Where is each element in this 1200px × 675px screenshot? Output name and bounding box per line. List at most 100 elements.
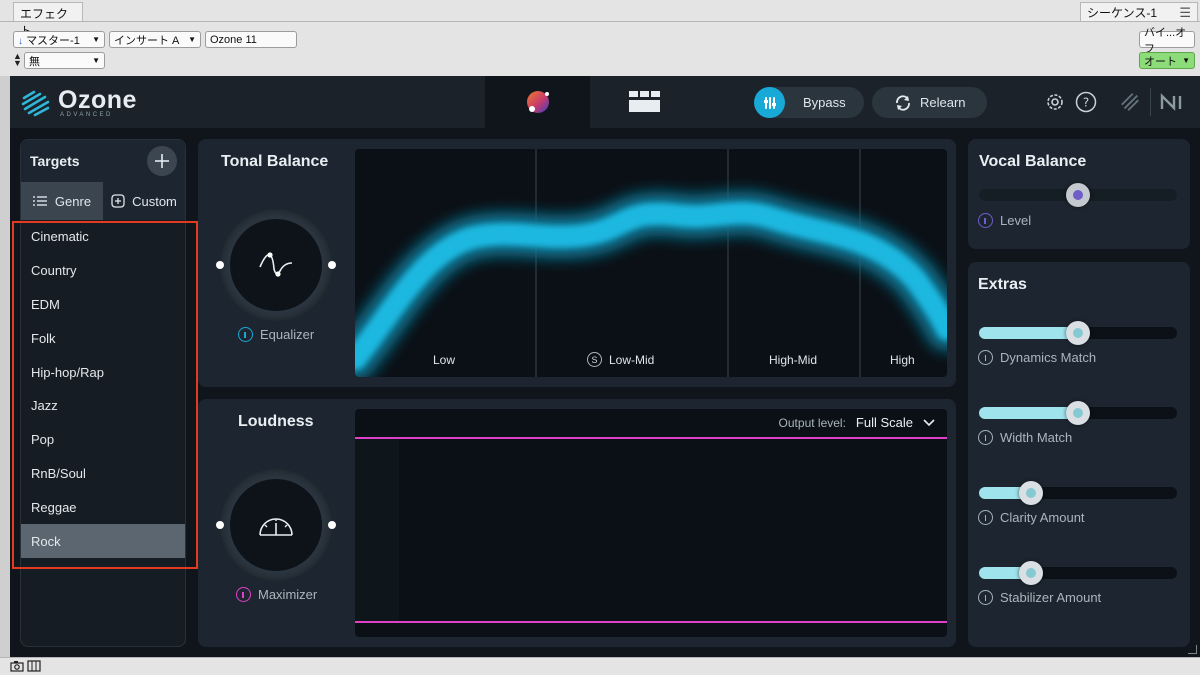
piano-keys-icon[interactable] xyxy=(27,660,41,672)
tonal-balance-title: Tonal Balance xyxy=(221,153,329,170)
genre-item-jazz[interactable]: Jazz xyxy=(21,389,185,423)
tonal-balance-panel: Tonal Balance Equalizer Low S Low-Mid Hi… xyxy=(198,139,956,387)
tab-genre-label: Genre xyxy=(54,193,92,209)
dynamics-match-slider[interactable] xyxy=(979,321,1177,345)
dynamics-match-power-icon[interactable] xyxy=(978,350,993,365)
maximizer-module-label[interactable]: Maximizer xyxy=(236,587,317,602)
vocal-power-icon[interactable] xyxy=(978,213,993,228)
resize-grip-icon[interactable] xyxy=(1188,645,1197,654)
stabilizer-amount-slider[interactable] xyxy=(979,561,1177,585)
host-left-strip xyxy=(0,76,10,657)
tab-effect[interactable]: エフェクト xyxy=(13,2,83,38)
bypass-toggle[interactable]: バイ...オフ xyxy=(1139,27,1195,55)
bypass-button[interactable]: Bypass xyxy=(754,87,864,118)
targets-header: Targets xyxy=(21,140,185,182)
equalizer-label: Equalizer xyxy=(260,327,315,342)
genre-item-folk[interactable]: Folk xyxy=(21,321,185,355)
menu-icon[interactable]: ☰ xyxy=(1179,5,1191,21)
output-level-select[interactable]: Output level: Full Scale xyxy=(779,415,935,430)
loudness-lower-line xyxy=(355,621,947,623)
ni-logo-icon xyxy=(1160,91,1188,113)
stabilizer-amount-row: Stabilizer Amount xyxy=(978,590,1101,605)
preset-select[interactable]: 無 ▼ xyxy=(24,52,105,69)
chevron-down-icon xyxy=(923,418,935,426)
genre-item-reggae[interactable]: Reggae xyxy=(21,490,185,524)
targets-panel: Targets Genre Custom Cinematic Country E… xyxy=(20,139,186,647)
equalizer-module-label[interactable]: Equalizer xyxy=(238,327,314,342)
stabilizer-amount-power-icon[interactable] xyxy=(978,590,993,605)
band-low-mid: S Low-Mid xyxy=(587,352,654,367)
vocal-level-label: Level xyxy=(1000,213,1032,228)
width-match-row: Width Match xyxy=(978,430,1072,445)
master-select[interactable]: ↓ マスター-1 ▼ xyxy=(13,31,105,48)
knob-handle-right xyxy=(328,521,336,529)
genre-item-pop[interactable]: Pop xyxy=(21,423,185,457)
genre-item-country[interactable]: Country xyxy=(21,254,185,288)
loudness-plot: Output level: Full Scale xyxy=(355,409,947,637)
genre-item-rnb-soul[interactable]: RnB/Soul xyxy=(21,457,185,491)
relearn-button[interactable]: Relearn xyxy=(872,87,987,118)
genre-item-hiphop-rap[interactable]: Hip-hop/Rap xyxy=(21,355,185,389)
gauge-icon xyxy=(259,518,293,536)
logo-edition: ADVANCED xyxy=(60,112,113,118)
help-icon[interactable]: ? xyxy=(1075,91,1097,113)
tab-assistant[interactable] xyxy=(485,76,590,128)
bypass-toggle-label: バイ...オフ xyxy=(1144,26,1187,55)
plugin-header: Ozone ADVANCED Bypass Relearn ? xyxy=(10,76,1200,128)
up-down-arrows-icon[interactable]: ▲ ▼ xyxy=(13,52,22,68)
tab-custom-label: Custom xyxy=(132,193,177,209)
tab-sequence-label: シーケンス-1 xyxy=(1087,6,1158,20)
clarity-amount-power-icon[interactable] xyxy=(978,510,993,525)
bypass-icon xyxy=(754,87,785,118)
width-match-thumb[interactable] xyxy=(1066,401,1090,425)
solo-badge-icon[interactable]: S xyxy=(587,352,602,367)
genre-item-cinematic[interactable]: Cinematic xyxy=(21,220,185,254)
arrow-down-icon: ↓ xyxy=(18,35,23,47)
equalizer-knob[interactable] xyxy=(216,209,336,321)
dynamics-match-label: Dynamics Match xyxy=(1000,350,1097,365)
chevron-down-icon: ▼ xyxy=(92,56,100,65)
signal-chain-icon[interactable] xyxy=(1119,91,1141,113)
clarity-amount-slider[interactable] xyxy=(979,481,1177,505)
genre-item-rock[interactable]: Rock xyxy=(21,524,185,558)
auto-toggle[interactable]: オート ▼ xyxy=(1139,52,1195,69)
ozone-logo: Ozone ADVANCED xyxy=(20,86,140,120)
dynamics-match-thumb[interactable] xyxy=(1066,321,1090,345)
maximizer-knob[interactable] xyxy=(216,469,336,581)
tab-genre[interactable]: Genre xyxy=(21,182,103,220)
extras-title: Extras xyxy=(978,276,1027,293)
insert-select[interactable]: インサート A ▼ xyxy=(109,31,201,48)
vocal-level-slider[interactable] xyxy=(979,183,1177,207)
tab-sequence[interactable]: シーケンス-1 ☰ xyxy=(1080,2,1198,22)
settings-gear-icon[interactable] xyxy=(1044,91,1066,113)
targets-title: Targets xyxy=(30,153,80,169)
assistant-icon xyxy=(526,91,549,113)
clarity-amount-thumb[interactable] xyxy=(1019,481,1043,505)
modules-grid-icon xyxy=(628,91,660,112)
camera-icon[interactable] xyxy=(10,660,24,672)
logo-name: Ozone xyxy=(58,86,137,114)
equalizer-power-icon[interactable] xyxy=(238,327,253,342)
bypass-label: Bypass xyxy=(803,95,846,110)
loudness-upper-line xyxy=(355,437,947,439)
vocal-balance-panel: Vocal Balance Level xyxy=(968,139,1190,249)
vocal-level-thumb[interactable] xyxy=(1066,183,1090,207)
plugin-name-field[interactable]: Ozone 11 xyxy=(205,31,297,48)
loudness-panel: Loudness Maximizer Output level: Full Sc… xyxy=(198,399,956,647)
tonal-balance-plot: Low S Low-Mid High-Mid High xyxy=(355,149,947,377)
maximizer-label: Maximizer xyxy=(258,587,318,602)
width-match-slider[interactable] xyxy=(979,401,1177,425)
extras-panel: Extras Dynamics Match Width Match Clarit… xyxy=(968,262,1190,647)
tab-modules[interactable] xyxy=(592,76,697,128)
genre-item-edm[interactable]: EDM xyxy=(21,288,185,322)
band-label-low-mid: Low-Mid xyxy=(609,352,655,367)
plus-icon xyxy=(155,154,169,168)
maximizer-knob-face xyxy=(230,479,322,571)
add-target-button[interactable] xyxy=(147,146,177,176)
maximizer-power-icon[interactable] xyxy=(236,587,251,602)
tab-custom[interactable]: Custom xyxy=(103,182,185,220)
host-status-bar xyxy=(0,657,1200,675)
stabilizer-amount-thumb[interactable] xyxy=(1019,561,1043,585)
add-square-icon xyxy=(111,194,125,208)
width-match-power-icon[interactable] xyxy=(978,430,993,445)
